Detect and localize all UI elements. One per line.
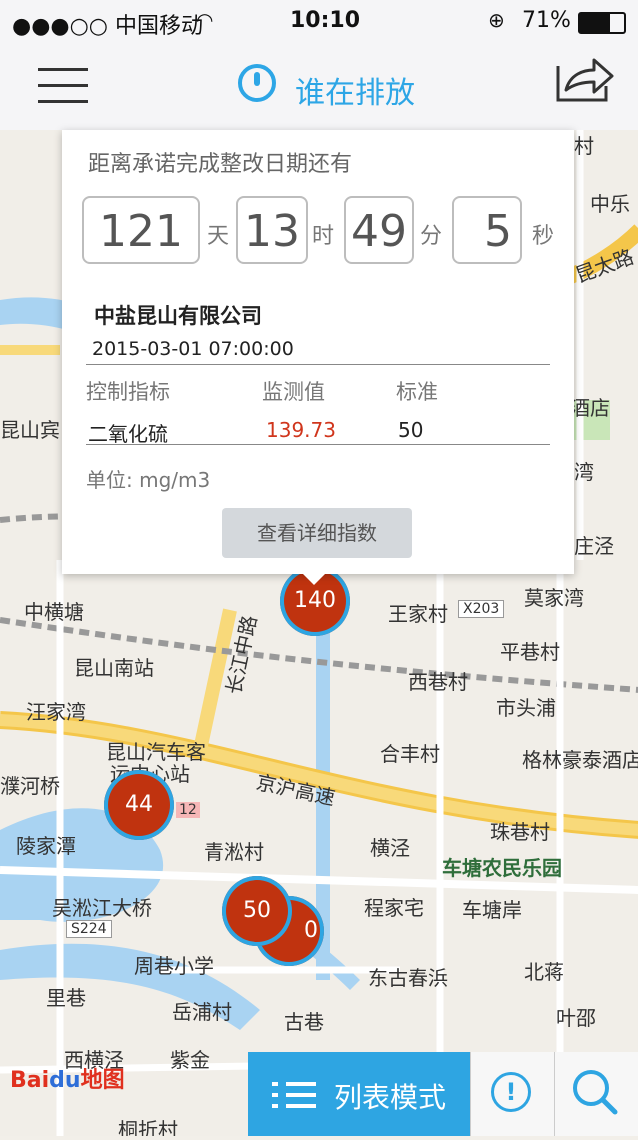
- map-label: 周巷小学: [134, 954, 214, 978]
- map-label: 里巷: [46, 986, 86, 1010]
- countdown-heading: 距离承诺完成整改日期还有: [88, 152, 353, 177]
- map-label: 西巷村: [408, 670, 468, 694]
- map-label: 酒店: [570, 396, 610, 420]
- divider: [86, 444, 550, 445]
- alert-icon: !: [491, 1072, 531, 1112]
- map-label: X203: [458, 600, 505, 618]
- map-label: 格林豪泰酒店: [522, 748, 638, 772]
- pollution-marker[interactable]: 50: [222, 876, 292, 946]
- search-button[interactable]: [554, 1052, 638, 1136]
- map-label: S224: [66, 920, 112, 938]
- map-label: 湾: [574, 460, 594, 484]
- map-label: 合丰村: [380, 742, 440, 766]
- map-label: 紫金: [170, 1048, 210, 1072]
- header-value: 监测值: [262, 380, 325, 404]
- map-label: 昆山南站: [74, 656, 154, 680]
- map-label: 北蒋: [524, 960, 564, 984]
- header-standard: 标准: [396, 380, 438, 404]
- map-label: 程家宅: [364, 896, 424, 920]
- map-label: 王家村: [388, 602, 448, 626]
- map-label: 吴淞江大桥: [52, 896, 152, 920]
- pollution-marker[interactable]: 44: [104, 770, 174, 840]
- map-label: 桐折村: [118, 1118, 178, 1136]
- lock-rotation-icon: ⊕: [488, 8, 505, 32]
- list-mode-button[interactable]: 列表模式: [248, 1052, 470, 1136]
- search-icon: [573, 1070, 618, 1115]
- unit-label: 单位: mg/m3: [86, 468, 211, 492]
- map-label: 村: [574, 134, 594, 158]
- monitor-value: 139.73: [266, 418, 336, 442]
- map-label: 车塘岸: [462, 898, 522, 922]
- countdown-minutes-unit: 分: [420, 224, 443, 249]
- map-label: 12: [176, 802, 200, 818]
- map-label: 汪家湾: [26, 700, 86, 724]
- map-label: 莫家湾: [524, 586, 584, 610]
- map-label: 横泾: [370, 836, 410, 860]
- wifi-icon: ◠: [196, 8, 214, 32]
- time-label: 10:10: [290, 8, 361, 33]
- battery-icon: [578, 12, 626, 34]
- countdown-minutes: 49: [344, 196, 414, 264]
- list-icon: [272, 1082, 316, 1108]
- countdown-days-unit: 天: [207, 224, 230, 249]
- map-label: 中乐: [590, 192, 630, 216]
- baidu-map-logo: Baidu地图: [10, 1068, 125, 1093]
- standard-value: 50: [398, 418, 424, 442]
- map-label: 青淞村: [204, 840, 264, 864]
- logo-icon: [238, 64, 276, 102]
- map-label: 陵家潭: [16, 834, 76, 858]
- countdown-hours: 13: [236, 196, 308, 264]
- countdown-seconds: 5: [452, 196, 522, 264]
- bottom-toolbar: 列表模式 !: [248, 1052, 638, 1136]
- info-popup: 距离承诺完成整改日期还有 121 天 13 时 49 分 5 秒 中盐昆山有限公…: [62, 130, 574, 574]
- nav-bar: 谁在排放: [0, 42, 638, 131]
- map-label: 东古春浜: [368, 966, 448, 990]
- share-icon[interactable]: [552, 52, 614, 104]
- countdown-hours-unit: 时: [312, 224, 335, 249]
- status-bar: ●●●○○ 中国移动 ◠ 10:10 ⊕ 71%: [0, 0, 638, 42]
- list-mode-label: 列表模式: [334, 1081, 447, 1114]
- map-label: 平巷村: [500, 640, 560, 664]
- map-label: 岳浦村: [172, 1000, 232, 1024]
- header-indicator: 控制指标: [86, 380, 170, 404]
- info-button[interactable]: !: [470, 1052, 555, 1136]
- map-label: 车塘农民乐园: [442, 856, 562, 880]
- map-label: 昆山宾: [0, 418, 60, 442]
- countdown-seconds-unit: 秒: [532, 224, 555, 249]
- countdown-days: 121: [82, 196, 200, 264]
- view-details-button[interactable]: 查看详细指数: [222, 508, 412, 558]
- monitor-datetime: 2015-03-01 07:00:00: [92, 338, 294, 360]
- divider: [86, 364, 550, 365]
- map-label: 中横塘: [24, 600, 84, 624]
- carrier-label: ●●●○○ 中国移动: [12, 14, 203, 39]
- map-label: 古巷: [284, 1010, 324, 1034]
- page-title: 谁在排放: [295, 76, 415, 111]
- menu-icon[interactable]: [38, 66, 88, 106]
- battery-percent: 71%: [522, 8, 571, 33]
- popup-pointer: [302, 573, 326, 585]
- map-label: 叶邵: [556, 1006, 596, 1030]
- company-name: 中盐昆山有限公司: [94, 304, 262, 328]
- map-label: 珠巷村: [490, 820, 550, 844]
- indicator-name: 二氧化硫: [88, 422, 168, 446]
- map-label: 濮河桥: [0, 774, 60, 798]
- map-label: 庄泾: [574, 534, 614, 558]
- map-label: 市头浦: [496, 696, 556, 720]
